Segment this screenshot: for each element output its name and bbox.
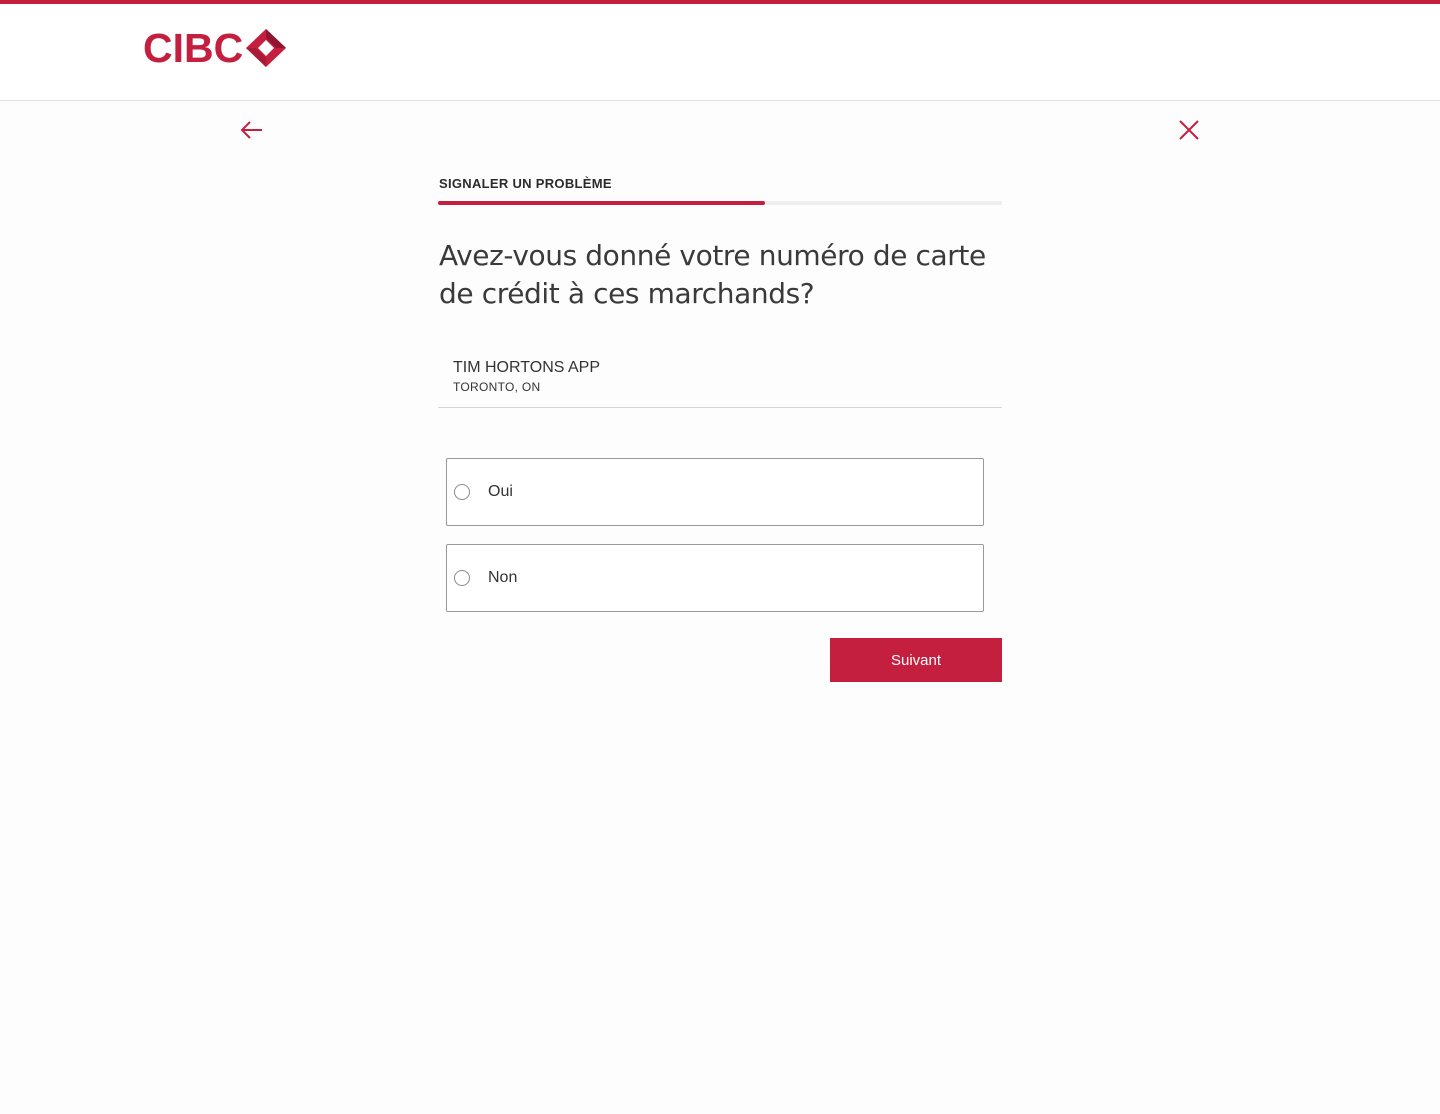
option-label: Oui <box>488 483 513 500</box>
close-button[interactable] <box>1177 118 1201 142</box>
back-button[interactable] <box>239 118 265 142</box>
radio-button[interactable] <box>454 484 470 500</box>
flow-title: SIGNALER UN PROBLÈME <box>439 176 612 191</box>
cibc-diamond-logo-icon <box>246 29 287 67</box>
cibc-logo[interactable]: CIBC <box>143 25 287 71</box>
radio-button[interactable] <box>454 570 470 586</box>
progress-bar <box>438 201 1002 205</box>
logo-wordmark: CIBC <box>143 25 244 71</box>
question-heading: Avez-vous donné votre numéro de carte de… <box>439 239 986 310</box>
arrow-left-icon <box>240 121 262 139</box>
merchant-name: TIM HORTONS APP <box>453 359 600 376</box>
next-button[interactable]: Suivant <box>830 638 1002 682</box>
option-non[interactable]: Non <box>446 544 984 612</box>
progress-bar-fill <box>438 201 766 205</box>
close-x-icon <box>1179 120 1199 140</box>
merchant-item: TIM HORTONS APP TORONTO, ON <box>438 352 1002 408</box>
merchant-location: TORONTO, ON <box>453 380 541 394</box>
option-oui[interactable]: Oui <box>446 458 984 526</box>
header: CIBC <box>0 4 1440 101</box>
option-label: Non <box>488 569 518 586</box>
